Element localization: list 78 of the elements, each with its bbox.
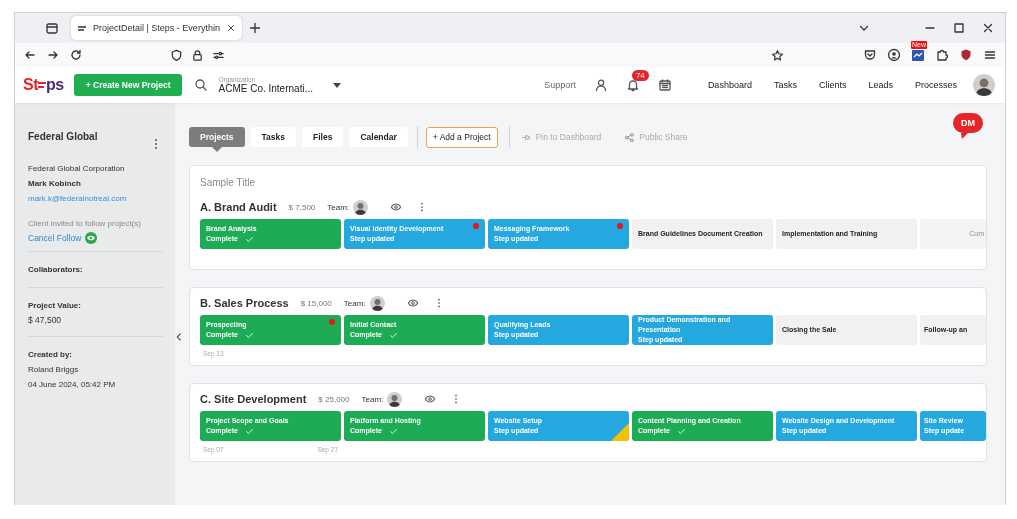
team-label: Team: xyxy=(361,394,384,404)
bubble-tail-icon xyxy=(961,133,968,139)
search-icon[interactable] xyxy=(194,78,209,92)
pocket-icon[interactable] xyxy=(863,48,877,62)
team-label: Team: xyxy=(343,298,366,308)
check-icon xyxy=(388,426,398,436)
creator-name: Roland Briggs xyxy=(28,364,80,375)
check-icon xyxy=(244,330,254,340)
dropdown-caret-icon[interactable] xyxy=(332,82,341,88)
lock-icon[interactable] xyxy=(191,48,204,62)
nav-link[interactable]: Tasks xyxy=(773,80,797,90)
email-link[interactable]: mark.k@federalnotreal.com xyxy=(28,193,163,204)
check-icon xyxy=(244,426,254,436)
eye-icon[interactable] xyxy=(424,393,437,405)
star-icon[interactable] xyxy=(771,48,784,62)
project-title[interactable]: B. Sales Process xyxy=(200,297,289,309)
nav-link[interactable]: Dashboard xyxy=(707,80,752,90)
cancel-follow-link[interactable]: Cancel Follow xyxy=(28,233,82,243)
new-tab-icon[interactable] xyxy=(247,21,262,35)
avatar[interactable] xyxy=(387,391,403,407)
project-value: $ 25,000 xyxy=(318,394,350,404)
support-link[interactable]: Support xyxy=(544,80,576,90)
shield-icon[interactable] xyxy=(170,48,183,62)
nav-link[interactable]: Clients xyxy=(818,80,847,90)
tab[interactable]: Files xyxy=(302,127,344,147)
tab-pointer-icon xyxy=(211,147,222,152)
maximize-icon[interactable] xyxy=(952,21,966,35)
bell-icon[interactable] xyxy=(625,78,640,92)
eye-icon[interactable] xyxy=(406,297,419,309)
add-project-button[interactable]: + Add a Project xyxy=(425,126,498,148)
project-value: $ 15,000 xyxy=(300,298,332,308)
tab[interactable]: Calendar xyxy=(349,127,408,147)
team-label: Team: xyxy=(327,202,350,212)
project-title[interactable]: C. Site Development xyxy=(200,393,307,405)
notification-count: 74 xyxy=(631,70,649,81)
extension-icon[interactable] xyxy=(911,48,925,62)
shield-extension-icon[interactable] xyxy=(959,48,973,62)
project-value-label: Project Value: xyxy=(28,300,82,311)
created-date: 04 June 2024, 05:42 PM xyxy=(28,379,117,390)
nav-link[interactable]: Processes xyxy=(914,80,957,90)
tab-title: ProjectDetail | Steps - Everythin xyxy=(93,23,220,33)
eye-icon xyxy=(85,232,98,244)
collaborators-label: Collaborators: xyxy=(28,264,84,275)
project-title[interactable]: A. Brand Audit xyxy=(200,201,277,213)
check-icon xyxy=(676,426,686,436)
check-icon xyxy=(244,234,254,244)
follow-note: Client invited to follow project(s) xyxy=(28,218,142,229)
steps-icon xyxy=(38,80,46,90)
organization-name[interactable]: ACME Co. Internati... xyxy=(218,83,313,94)
avatar[interactable] xyxy=(353,199,369,215)
created-by-label: Created by: xyxy=(28,349,73,360)
avatar[interactable] xyxy=(369,295,385,311)
account-icon[interactable] xyxy=(887,48,901,62)
share-icon[interactable] xyxy=(624,131,636,143)
close-icon[interactable] xyxy=(225,23,236,33)
project-value: $ 47,500 xyxy=(28,315,63,326)
logo[interactable]: St ps xyxy=(23,76,64,94)
nav-link[interactable]: Leads xyxy=(868,80,893,90)
contact-name: Mark Kobinch xyxy=(28,178,82,189)
create-project-button[interactable]: + Create New Project xyxy=(73,74,183,96)
tab[interactable]: Tasks xyxy=(250,127,297,147)
company-name: Federal Global Corporation xyxy=(28,163,126,174)
browser-tab[interactable]: ProjectDetail | Steps - Everythin xyxy=(71,16,242,40)
project-value: $ 7,500 xyxy=(288,202,316,212)
reload-icon[interactable] xyxy=(69,48,83,62)
section-title: Sample Title xyxy=(200,177,257,188)
close-icon[interactable] xyxy=(981,21,995,35)
tab-list-icon[interactable] xyxy=(45,21,59,35)
eye-icon[interactable] xyxy=(390,201,403,213)
calendar-icon[interactable] xyxy=(657,78,672,92)
menu-icon[interactable] xyxy=(983,48,997,62)
check-icon xyxy=(388,330,398,340)
chat-bubble[interactable]: DM xyxy=(953,113,983,133)
steps-icon xyxy=(77,24,87,32)
client-name: Federal Global xyxy=(28,131,98,142)
user-icon[interactable] xyxy=(593,78,608,92)
puzzle-icon[interactable] xyxy=(935,48,949,62)
avatar[interactable] xyxy=(973,74,995,96)
